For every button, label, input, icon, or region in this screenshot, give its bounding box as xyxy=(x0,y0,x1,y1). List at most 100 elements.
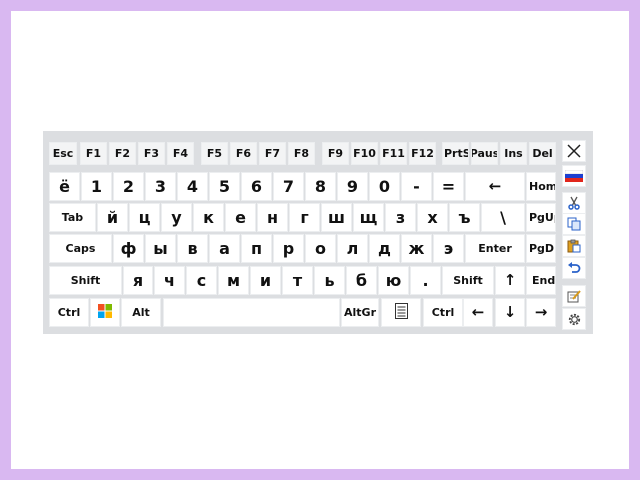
undo-button[interactable] xyxy=(562,257,586,279)
context-menu-icon xyxy=(394,303,408,322)
key-f6[interactable]: F6 xyxy=(230,142,257,165)
key-be[interactable]: б xyxy=(346,266,377,295)
settings-button[interactable] xyxy=(562,308,586,330)
key-6[interactable]: 6 xyxy=(241,172,272,201)
key-ef[interactable]: ф xyxy=(113,234,144,263)
key-equals[interactable]: = xyxy=(433,172,464,201)
key-te[interactable]: т xyxy=(282,266,313,295)
key-el[interactable]: л xyxy=(337,234,368,263)
key-backslash[interactable]: \ xyxy=(481,203,525,232)
key-ka[interactable]: к xyxy=(193,203,224,232)
paste-button[interactable] xyxy=(562,235,586,257)
key-2[interactable]: 2 xyxy=(113,172,144,201)
language-button[interactable] xyxy=(562,165,586,187)
key-4[interactable]: 4 xyxy=(177,172,208,201)
key-soft-sign[interactable]: ь xyxy=(314,266,345,295)
key-ctrl-left[interactable]: Ctrl xyxy=(49,298,89,327)
key-backspace[interactable]: ← xyxy=(465,172,525,201)
key-tab[interactable]: Tab xyxy=(49,203,96,232)
key-e[interactable]: э xyxy=(433,234,464,263)
key-yu[interactable]: ю xyxy=(378,266,409,295)
key-home[interactable]: Home xyxy=(526,172,556,201)
key-o[interactable]: о xyxy=(305,234,336,263)
key-caps[interactable]: Caps xyxy=(49,234,112,263)
key-ve[interactable]: в xyxy=(177,234,208,263)
key-insert[interactable]: Ins xyxy=(500,142,527,165)
key-3[interactable]: 3 xyxy=(145,172,176,201)
key-altgr[interactable]: AltGr xyxy=(341,298,379,327)
key-f12[interactable]: F12 xyxy=(409,142,436,165)
key-f9[interactable]: F9 xyxy=(322,142,349,165)
key-1[interactable]: 1 xyxy=(81,172,112,201)
key-i[interactable]: и xyxy=(250,266,281,295)
key-8[interactable]: 8 xyxy=(305,172,336,201)
key-em[interactable]: м xyxy=(218,266,249,295)
key-sha[interactable]: ш xyxy=(321,203,352,232)
paste-icon xyxy=(567,239,581,253)
key-pgdn[interactable]: PgDn xyxy=(526,234,556,263)
key-period[interactable]: . xyxy=(410,266,441,295)
key-space[interactable] xyxy=(163,298,340,327)
key-alt[interactable]: Alt xyxy=(121,298,161,327)
key-che[interactable]: ч xyxy=(154,266,185,295)
close-button[interactable] xyxy=(562,140,586,162)
copy-icon xyxy=(567,217,581,231)
key-yo[interactable]: ё xyxy=(49,172,80,201)
key-f4[interactable]: F4 xyxy=(167,142,194,165)
onscreen-keyboard: Esc F1 F2 F3 F4 F5 F6 F7 F8 F9 F10 F11 F… xyxy=(43,131,593,334)
key-es[interactable]: с xyxy=(186,266,217,295)
key-en[interactable]: н xyxy=(257,203,288,232)
key-enter[interactable]: Enter xyxy=(465,234,525,263)
cut-button[interactable] xyxy=(562,192,586,214)
key-prtsc[interactable]: PrtSc xyxy=(442,142,469,165)
key-kha[interactable]: х xyxy=(417,203,448,232)
key-f1[interactable]: F1 xyxy=(80,142,107,165)
key-zhe[interactable]: ж xyxy=(401,234,432,263)
key-end[interactable]: End xyxy=(526,266,556,295)
key-5[interactable]: 5 xyxy=(209,172,240,201)
copy-button[interactable] xyxy=(562,213,586,235)
key-arrow-right[interactable]: → xyxy=(526,298,556,327)
key-windows[interactable] xyxy=(90,298,120,327)
edit-button[interactable] xyxy=(562,285,586,307)
settings-icon xyxy=(567,312,582,327)
key-yery[interactable]: ы xyxy=(145,234,176,263)
key-f3[interactable]: F3 xyxy=(138,142,165,165)
cut-icon xyxy=(567,196,581,210)
key-shift-right[interactable]: Shift xyxy=(442,266,494,295)
key-ge[interactable]: г xyxy=(289,203,320,232)
key-ye[interactable]: е xyxy=(225,203,256,232)
key-shift-left[interactable]: Shift xyxy=(49,266,122,295)
key-pe[interactable]: п xyxy=(241,234,272,263)
key-a[interactable]: а xyxy=(209,234,240,263)
key-minus[interactable]: - xyxy=(401,172,432,201)
key-f5[interactable]: F5 xyxy=(201,142,228,165)
key-0[interactable]: 0 xyxy=(369,172,400,201)
key-ctrl-right[interactable]: Ctrl xyxy=(423,298,463,327)
key-f11[interactable]: F11 xyxy=(380,142,407,165)
key-shcha[interactable]: щ xyxy=(353,203,384,232)
key-f7[interactable]: F7 xyxy=(259,142,286,165)
key-arrow-left[interactable]: ← xyxy=(463,298,493,327)
key-er[interactable]: р xyxy=(273,234,304,263)
key-pause[interactable]: Paus xyxy=(471,142,498,165)
key-arrow-down[interactable]: ↓ xyxy=(495,298,525,327)
key-pgup[interactable]: PgUp xyxy=(526,203,556,232)
key-f8[interactable]: F8 xyxy=(288,142,315,165)
key-f10[interactable]: F10 xyxy=(351,142,378,165)
key-ze[interactable]: з xyxy=(385,203,416,232)
key-arrow-up[interactable]: ↑ xyxy=(495,266,525,295)
key-9[interactable]: 9 xyxy=(337,172,368,201)
key-f2[interactable]: F2 xyxy=(109,142,136,165)
key-menu[interactable] xyxy=(381,298,421,327)
key-delete[interactable]: Del xyxy=(529,142,556,165)
key-ya[interactable]: я xyxy=(123,266,153,295)
key-shorti[interactable]: й xyxy=(97,203,128,232)
edit-icon xyxy=(567,289,581,303)
key-de[interactable]: д xyxy=(369,234,400,263)
key-7[interactable]: 7 xyxy=(273,172,304,201)
key-u[interactable]: у xyxy=(161,203,192,232)
key-hard-sign[interactable]: ъ xyxy=(449,203,480,232)
key-esc[interactable]: Esc xyxy=(49,142,77,165)
key-tse[interactable]: ц xyxy=(129,203,160,232)
